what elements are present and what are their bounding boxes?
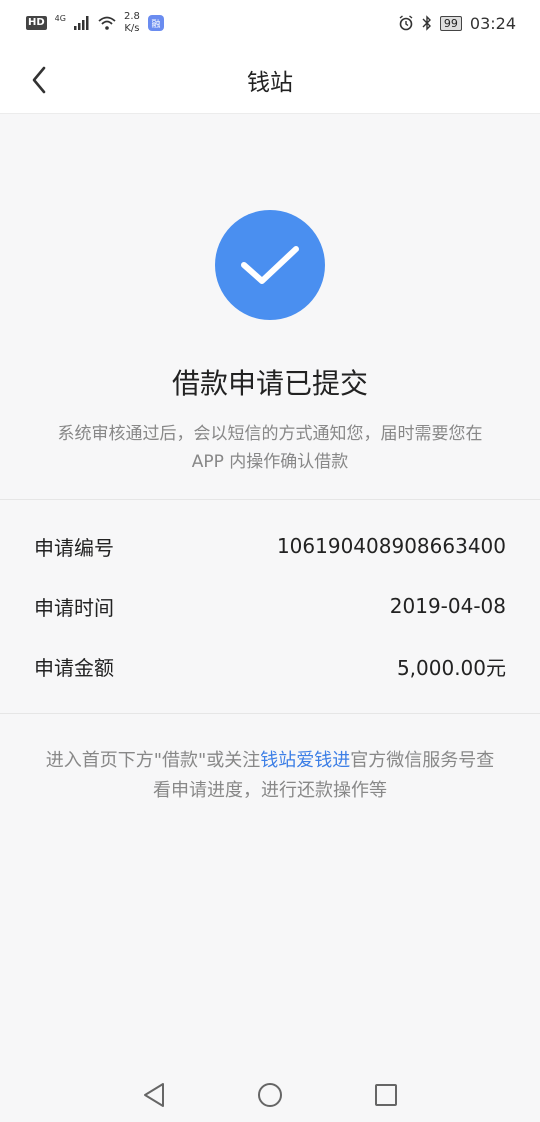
triangle-back-icon (144, 1083, 164, 1107)
system-recents-button[interactable] (371, 1080, 401, 1110)
info-label: 申请金额 (34, 655, 114, 680)
success-title: 借款申请已提交 (171, 367, 368, 400)
success-description: 系统审核通过后，会以短信的方式通知您，届时需要您在 APP 内操作确认借款 (57, 424, 483, 472)
checkmark-icon (241, 246, 299, 284)
info-label: 申请时间 (34, 595, 114, 620)
info-value: 5,000.00元 (396, 655, 506, 680)
note-prefix: 进入首页下方"借款"或关注 (45, 750, 261, 771)
wechat-account-link[interactable]: 钱站爱钱进 (260, 750, 350, 771)
speed-value: 2.8 (123, 11, 140, 22)
status-right: 99 03:24 (398, 14, 516, 33)
clock: 03:24 (469, 13, 516, 33)
bluetooth-icon (422, 15, 431, 31)
info-label: 申请编号 (34, 535, 114, 560)
network-type: 4G (54, 13, 66, 23)
info-row-application-number: 申请编号 106190408908663400 (0, 516, 540, 576)
network-speed: 2.8 K/s (124, 11, 140, 35)
info-value: 106190408908663400 (276, 534, 506, 558)
chevron-left-icon (32, 66, 46, 94)
info-value: 2019-04-08 (389, 594, 506, 618)
info-row-application-time: 申请时间 2019-04-08 (0, 576, 540, 636)
hd-indicator: HD (26, 16, 47, 30)
alarm-icon (399, 15, 413, 31)
wifi-icon (98, 16, 116, 30)
system-navigation-bar (0, 1068, 540, 1122)
info-row-application-amount: 申请金额 5,000.00元 (0, 636, 540, 696)
application-info: 申请编号 106190408908663400 申请时间 2019-04-08 … (0, 500, 540, 714)
nav-bar: 钱站 (0, 46, 540, 114)
status-bar: HD 4G 2.8 K/s 融 99 03:24 (0, 0, 540, 46)
system-back-button[interactable] (139, 1080, 169, 1110)
page-title: 钱站 (247, 69, 293, 96)
status-left: HD 4G 2.8 K/s 融 (26, 11, 164, 35)
system-home-button[interactable] (255, 1080, 285, 1110)
signal-icon (73, 16, 89, 30)
square-recents-icon (375, 1084, 397, 1106)
success-section: 借款申请已提交 系统审核通过后，会以短信的方式通知您，届时需要您在 APP 内操… (0, 114, 540, 500)
app-notification-icon: 融 (147, 15, 164, 31)
footer-note: 进入首页下方"借款"或关注钱站爱钱进官方微信服务号查看申请进度，进行还款操作等 (40, 746, 500, 806)
battery-icon: 99 (439, 15, 462, 31)
speed-unit: K/s (124, 23, 140, 34)
back-button[interactable] (24, 64, 54, 96)
circle-home-icon (258, 1083, 282, 1107)
success-badge (215, 210, 325, 320)
